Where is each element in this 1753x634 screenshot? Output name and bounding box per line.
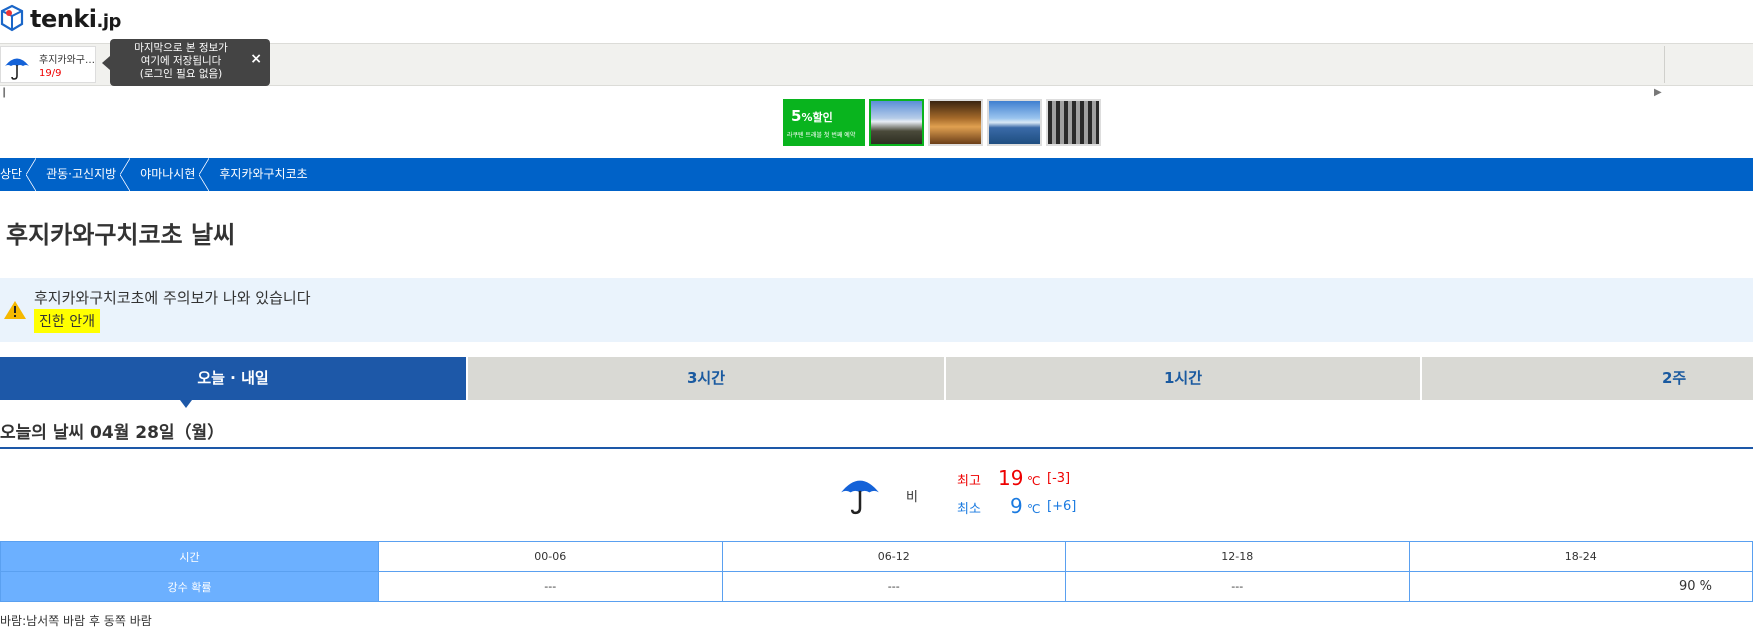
breadcrumb: 상단 관동·고신지방 야마나시현 후지카와구치코초 xyxy=(0,158,1753,191)
breadcrumb-item-town: 후지카와구치코초 xyxy=(219,167,308,181)
low-temp-value: 9 xyxy=(1010,494,1023,518)
tenki-logo[interactable]: tenki.jp xyxy=(0,2,121,36)
history-divider xyxy=(1664,46,1665,83)
ad-thumbnail[interactable] xyxy=(1046,99,1101,146)
ad-thumbnail[interactable] xyxy=(928,99,983,146)
time-row-header: 시간 xyxy=(0,541,379,572)
low-temp-label: 최소 xyxy=(957,502,981,517)
history-location: 후지카와구… xyxy=(39,55,95,66)
precip-cell: --- xyxy=(721,571,1066,602)
umbrella-icon xyxy=(838,472,882,520)
tab-3-hours[interactable]: 3시간 xyxy=(466,357,944,400)
breadcrumb-item-top[interactable]: 상단 xyxy=(0,158,38,191)
high-temp-label: 최고 xyxy=(957,474,981,489)
tooltip-line-3: (로그인 필요 없음) xyxy=(139,68,223,80)
ad-promo-unit: %할인 xyxy=(801,111,833,124)
tooltip-line-1: 마지막으로 본 정보가 xyxy=(134,42,228,54)
ad-promo-big: 5 xyxy=(791,107,802,125)
precip-table: 시간 00-06 06-12 12-18 18-24 강수 확률 --- ---… xyxy=(0,541,1753,602)
precip-row-header: 강수 확률 xyxy=(0,571,379,602)
weather-label: 비 xyxy=(906,490,918,505)
precip-cell: 90 % xyxy=(1408,571,1753,602)
high-temp-unit: ℃ xyxy=(1027,474,1041,488)
warning-icon xyxy=(3,300,27,324)
tab-1-hour[interactable]: 1시간 xyxy=(944,357,1420,400)
heading-divider xyxy=(0,447,1753,449)
today-heading: 오늘의 날씨 04월 28일（월） xyxy=(0,423,225,443)
table-row: 시간 00-06 06-12 12-18 18-24 xyxy=(0,541,1753,572)
wind-info: 바람:남서쪽 바람 후 동쪽 바람 xyxy=(0,614,152,628)
tenki-logo-icon xyxy=(0,4,24,34)
ad-thumbnail[interactable] xyxy=(987,99,1042,146)
low-temp-unit: ℃ xyxy=(1027,502,1041,516)
umbrella-icon xyxy=(3,53,31,85)
time-cell: 00-06 xyxy=(378,541,723,572)
precip-cell: --- xyxy=(1065,571,1410,602)
tab-today-tomorrow[interactable]: 오늘 · 내일 xyxy=(0,357,466,408)
scroll-right-icon[interactable]: ▶ xyxy=(1654,87,1662,98)
tooltip-line-2: 여기에 저장됩니다 xyxy=(140,55,222,67)
time-cell: 12-18 xyxy=(1065,541,1410,572)
page-title: 후지카와구치코초 날씨 xyxy=(6,221,236,249)
forecast-tabs: 오늘 · 내일 3시간 1시간 2주 xyxy=(0,357,1753,408)
breadcrumb-item-region[interactable]: 관동·고신지방 xyxy=(38,158,132,191)
ad-banner[interactable]: 5%할인 라쿠텐 트래블 첫 번째 예약 xyxy=(783,99,1102,147)
table-row: 강수 확률 --- --- --- 90 % xyxy=(0,571,1753,602)
scroll-left-icon[interactable]: ❙ xyxy=(0,87,8,98)
high-temp-diff: [-3] xyxy=(1047,471,1071,486)
warning-banner[interactable]: 후지카와구치코초에 주의보가 나와 있습니다 진한 안개 xyxy=(0,278,1753,342)
low-temp-diff: [+6] xyxy=(1047,499,1077,514)
high-temp-value: 19 xyxy=(998,466,1024,490)
ad-promo-small: 라쿠텐 트래블 첫 번째 예약 xyxy=(787,132,856,139)
history-card[interactable]: 후지카와구… 19/9 xyxy=(0,46,96,83)
history-tooltip: 마지막으로 본 정보가 여기에 저장됩니다 (로그인 필요 없음) × xyxy=(102,39,270,86)
ad-promo[interactable]: 5%할인 라쿠텐 트래블 첫 번째 예약 xyxy=(783,99,865,146)
tab-2-weeks[interactable]: 2주 xyxy=(1420,357,1753,400)
close-icon[interactable]: × xyxy=(250,52,262,66)
logo-suffix: .jp xyxy=(96,11,122,32)
time-cell: 06-12 xyxy=(721,541,1066,572)
ad-thumbnail[interactable] xyxy=(869,99,924,146)
breadcrumb-item-prefecture[interactable]: 야마나시현 xyxy=(132,158,211,191)
time-cell: 18-24 xyxy=(1408,541,1753,572)
history-temps: 19/9 xyxy=(39,68,62,79)
warning-badge[interactable]: 진한 안개 xyxy=(34,309,100,333)
logo-text: tenki xyxy=(30,5,97,33)
warning-message: 후지카와구치코초에 주의보가 나와 있습니다 xyxy=(34,289,311,307)
precip-cell: --- xyxy=(378,571,723,602)
